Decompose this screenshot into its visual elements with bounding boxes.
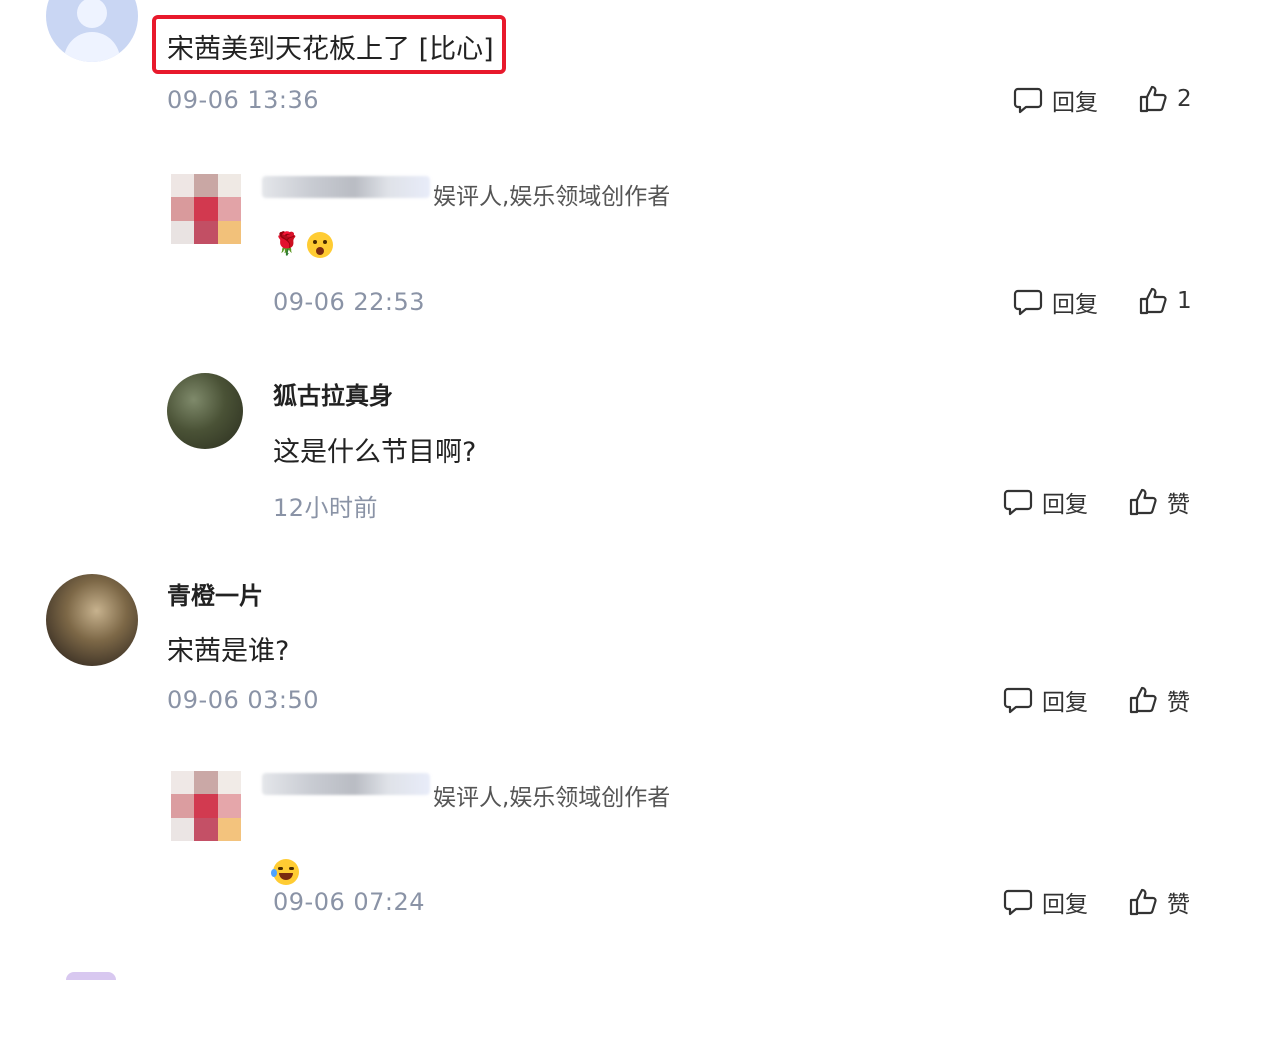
- thumbs-up-icon: [1129, 488, 1157, 516]
- blurred-avatar[interactable]: [171, 174, 241, 244]
- like-button[interactable]: 2: [1137, 83, 1192, 115]
- like-count: 2: [1177, 86, 1192, 112]
- like-label: 赞: [1167, 690, 1190, 716]
- comment-text: 这是什么节目啊?: [273, 437, 477, 468]
- reply-label: 回复: [1042, 892, 1088, 918]
- reply-label: 回复: [1042, 492, 1088, 518]
- username[interactable]: 青橙一片: [167, 576, 263, 611]
- next-comment-avatar: [66, 972, 116, 980]
- reply-label: 回复: [1052, 292, 1098, 318]
- reply-button[interactable]: 回复: [1012, 285, 1098, 319]
- thumbs-up-icon: [1129, 888, 1157, 916]
- rose-emoji: 🌹: [273, 232, 301, 257]
- speech-bubble-icon: [1013, 289, 1043, 316]
- thumbs-up-icon: [1129, 686, 1157, 714]
- speech-bubble-icon: [1003, 687, 1033, 714]
- comment-timestamp: 09-06 22:53: [273, 288, 426, 316]
- user-avatar[interactable]: [46, 574, 138, 666]
- comment-timestamp: 09-06 13:36: [167, 86, 320, 114]
- speech-bubble-icon: [1003, 489, 1033, 516]
- like-label: 赞: [1167, 892, 1190, 918]
- like-button[interactable]: 1: [1137, 285, 1192, 317]
- thumbs-up-icon: [1139, 287, 1167, 315]
- thumbs-up-icon: [1139, 85, 1167, 113]
- like-button[interactable]: 赞: [1127, 885, 1190, 919]
- comment-text: 宋茜是谁?: [167, 636, 290, 667]
- user-avatar[interactable]: [46, 0, 138, 62]
- blurred-avatar[interactable]: [171, 771, 241, 841]
- avatar-placeholder-body: [64, 32, 120, 62]
- speech-bubble-icon: [1003, 889, 1033, 916]
- like-button[interactable]: 赞: [1127, 683, 1190, 717]
- reply-button[interactable]: 回复: [1002, 485, 1088, 519]
- user-role: 娱评人,娱乐领域创作者: [433, 785, 671, 811]
- reply-button[interactable]: 回复: [1002, 885, 1088, 919]
- reply-button[interactable]: 回复: [1012, 83, 1098, 117]
- blurred-username: [262, 773, 430, 795]
- comment-text: 宋茜美到天花板上了 [比心]: [167, 34, 494, 65]
- user-role: 娱评人,娱乐领域创作者: [433, 184, 671, 210]
- avatar-placeholder-head: [77, 0, 107, 28]
- reply-label: 回复: [1042, 690, 1088, 716]
- reply-button[interactable]: 回复: [1002, 683, 1088, 717]
- speech-bubble-icon: [1013, 87, 1043, 114]
- like-button[interactable]: 赞: [1127, 485, 1190, 519]
- comment-timestamp: 12小时前: [273, 494, 379, 522]
- laughing-face-emoji: [271, 859, 299, 885]
- comment-timestamp: 09-06 03:50: [167, 686, 320, 714]
- blurred-username: [262, 176, 430, 198]
- username[interactable]: 狐古拉真身: [273, 376, 393, 411]
- like-count: 1: [1177, 288, 1192, 314]
- user-avatar[interactable]: [167, 373, 243, 449]
- reply-label: 回复: [1052, 90, 1098, 116]
- comment-timestamp: 09-06 07:24: [273, 888, 426, 916]
- surprised-face-emoji: [307, 232, 333, 258]
- like-label: 赞: [1167, 492, 1190, 518]
